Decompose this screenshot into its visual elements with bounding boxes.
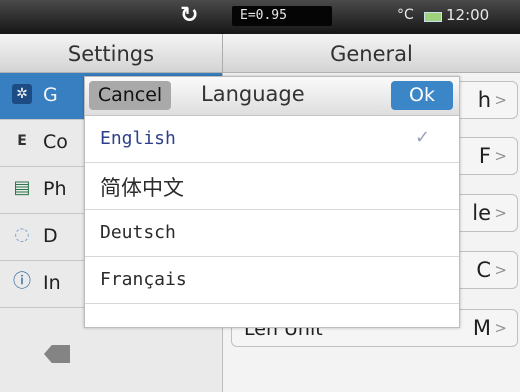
language-option-english[interactable]: English ✓: [85, 116, 459, 163]
dialog-title: Language: [201, 82, 305, 106]
language-label: 简体中文: [100, 176, 184, 200]
checkmark-icon: ✓: [415, 127, 431, 148]
language-option-chinese[interactable]: 简体中文: [85, 163, 459, 210]
language-label: Français: [100, 269, 187, 290]
clock-time: 12:00: [446, 6, 490, 24]
emissivity-readout[interactable]: E=0.95: [232, 6, 332, 26]
cancel-button[interactable]: Cancel: [89, 81, 171, 110]
language-label: English: [100, 128, 176, 149]
temperature-unit: °C: [397, 7, 414, 23]
ok-button[interactable]: Ok: [391, 81, 453, 110]
dialog-header: Cancel Language Ok: [85, 77, 459, 116]
battery-icon: [424, 12, 442, 22]
status-bar: ↻ E=0.95 °C 12:00: [0, 0, 520, 34]
refresh-icon[interactable]: ↻: [180, 3, 198, 29]
language-option-french[interactable]: Français: [85, 257, 459, 304]
language-label: Deutsch: [100, 222, 176, 243]
language-option-german[interactable]: Deutsch: [85, 210, 459, 257]
language-dialog: Cancel Language Ok English ✓ 简体中文 Deutsc…: [84, 76, 460, 328]
